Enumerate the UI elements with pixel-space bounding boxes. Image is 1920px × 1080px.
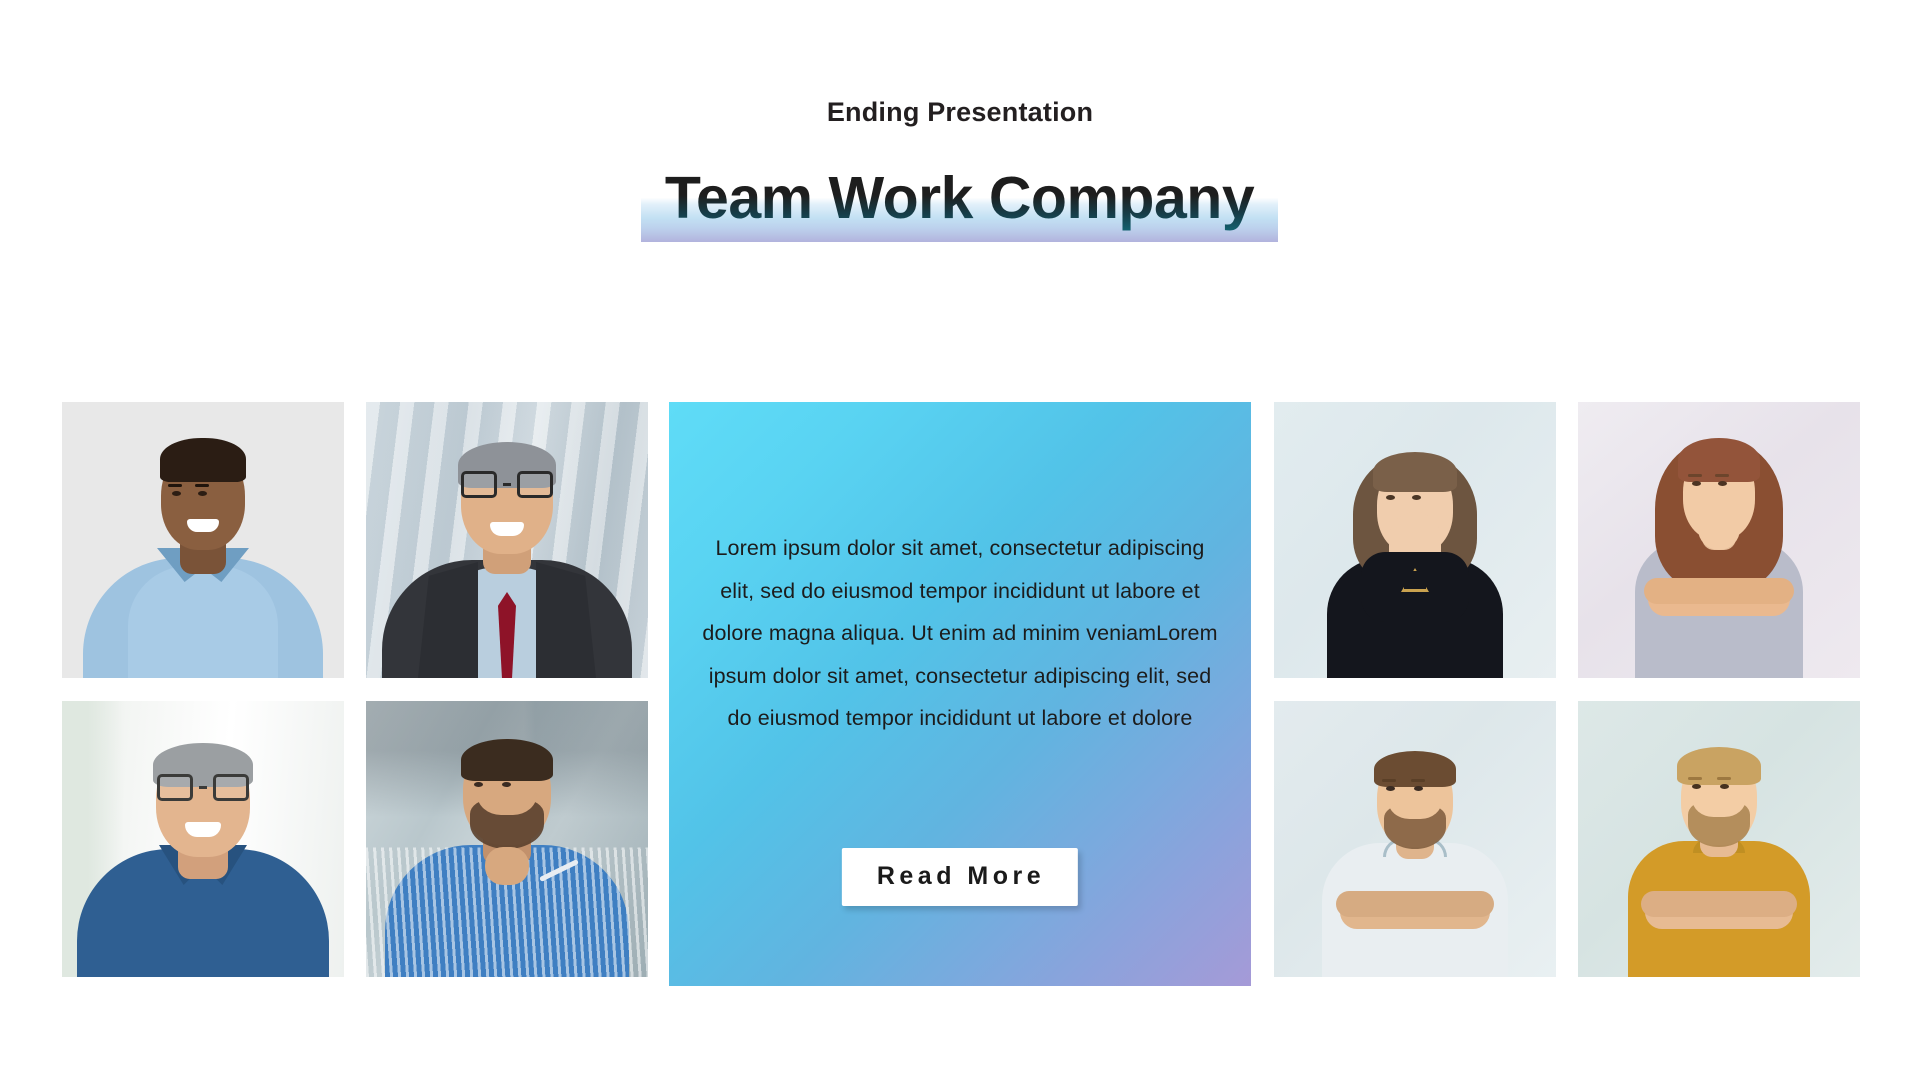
photo-young-man-white-tee[interactable] [1274,701,1556,977]
page-title-group: Team Work Company [641,160,1278,260]
cta-panel: Lorem ipsum dolor sit amet, consectetur … [669,402,1251,986]
photo-woman-arms-crossed-grey-tee[interactable] [1578,402,1860,678]
photo-blond-man-mustard-tee[interactable] [1578,701,1860,977]
photo-bearded-man-striped-shirt[interactable] [366,701,648,977]
panel-body-text: Lorem ipsum dolor sit amet, consectetur … [702,536,1218,730]
right-photo-grid [1274,402,1860,986]
read-more-button[interactable]: Read More [841,848,1079,906]
content-band: Lorem ipsum dolor sit amet, consectetur … [0,402,1920,986]
photo-executive-glasses-suit[interactable] [366,402,648,678]
photo-laughing-woman-hands-face[interactable] [1274,402,1556,678]
slide-header: Ending Presentation Team Work Company [0,0,1920,300]
eyebrow-label: Ending Presentation [826,97,1094,127]
page-title: Team Work Company [641,160,1278,236]
photo-smiling-man-blue-shirt[interactable] [62,402,344,678]
photo-mature-man-glasses-polo[interactable] [62,701,344,977]
left-photo-grid [62,402,648,986]
